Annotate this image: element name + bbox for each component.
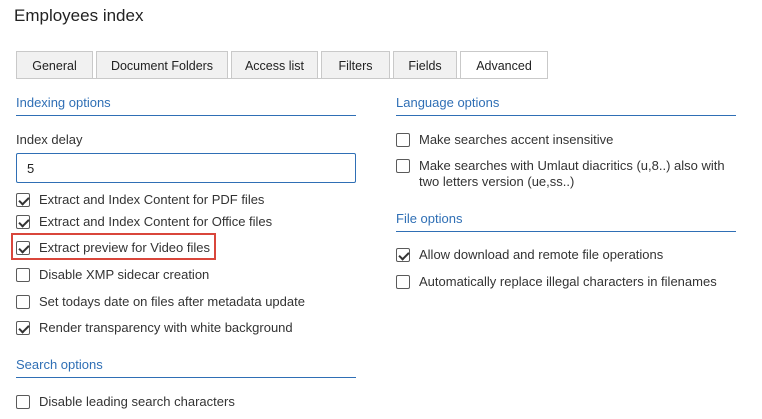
- disable-leading-search-checkbox[interactable]: [16, 395, 30, 409]
- language-options-rule: [396, 115, 736, 116]
- file-options-heading: File options: [396, 211, 463, 226]
- set-todays-date-label: Set todays date on files after metadata …: [39, 294, 305, 309]
- highlight-box: [11, 233, 216, 260]
- indexing-options-rule: [16, 115, 356, 116]
- umlaut-checkbox[interactable]: [396, 159, 410, 173]
- language-options-heading: Language options: [396, 95, 500, 110]
- extract-pdf-option[interactable]: Extract and Index Content for PDF files: [16, 192, 264, 208]
- allow-download-label: Allow download and remote file operation…: [419, 247, 664, 262]
- tab-access-list[interactable]: Access list: [231, 51, 318, 79]
- index-delay-label: Index delay: [16, 132, 83, 147]
- disable-leading-search-label: Disable leading search characters: [39, 394, 235, 409]
- tab-divider: [16, 78, 548, 79]
- disable-xmp-option[interactable]: Disable XMP sidecar creation: [16, 267, 209, 283]
- render-transparency-checkbox[interactable]: [16, 321, 30, 335]
- indexing-options-heading: Indexing options: [16, 95, 111, 110]
- extract-office-label: Extract and Index Content for Office fil…: [39, 214, 273, 229]
- disable-xmp-label: Disable XMP sidecar creation: [39, 267, 210, 282]
- index-delay-input[interactable]: [16, 153, 356, 183]
- render-transparency-label: Render transparency with white backgroun…: [39, 320, 293, 335]
- file-options-rule: [396, 231, 736, 232]
- tab-general[interactable]: General: [16, 51, 93, 79]
- disable-leading-search-option[interactable]: Disable leading search characters: [16, 394, 235, 410]
- allow-download-option[interactable]: Allow download and remote file operation…: [396, 247, 663, 263]
- accent-insensitive-checkbox[interactable]: [396, 133, 410, 147]
- extract-office-option[interactable]: Extract and Index Content for Office fil…: [16, 214, 272, 230]
- set-todays-date-checkbox[interactable]: [16, 295, 30, 309]
- umlaut-option[interactable]: Make searches with Umlaut diacritics (u,…: [396, 158, 726, 190]
- tab-fields[interactable]: Fields: [393, 51, 457, 79]
- tab-document-folders[interactable]: Document Folders: [96, 51, 228, 79]
- disable-xmp-checkbox[interactable]: [16, 268, 30, 282]
- extract-pdf-label: Extract and Index Content for PDF files: [39, 192, 265, 207]
- extract-office-checkbox[interactable]: [16, 215, 30, 229]
- render-transparency-option[interactable]: Render transparency with white backgroun…: [16, 320, 293, 336]
- accent-insensitive-option[interactable]: Make searches accent insensitive: [396, 132, 613, 148]
- umlaut-label: Make searches with Umlaut diacritics (u,…: [419, 158, 725, 189]
- tab-advanced[interactable]: Advanced: [460, 51, 548, 79]
- replace-illegal-chars-checkbox[interactable]: [396, 275, 410, 289]
- search-options-heading: Search options: [16, 357, 103, 372]
- accent-insensitive-label: Make searches accent insensitive: [419, 132, 614, 147]
- tab-filters[interactable]: Filters: [321, 51, 390, 79]
- allow-download-checkbox[interactable]: [396, 248, 410, 262]
- search-options-rule: [16, 377, 356, 378]
- replace-illegal-chars-option[interactable]: Automatically replace illegal characters…: [396, 274, 717, 290]
- set-todays-date-option[interactable]: Set todays date on files after metadata …: [16, 294, 305, 310]
- extract-pdf-checkbox[interactable]: [16, 193, 30, 207]
- replace-illegal-chars-label: Automatically replace illegal characters…: [419, 274, 717, 289]
- page-title: Employees index: [14, 6, 144, 25]
